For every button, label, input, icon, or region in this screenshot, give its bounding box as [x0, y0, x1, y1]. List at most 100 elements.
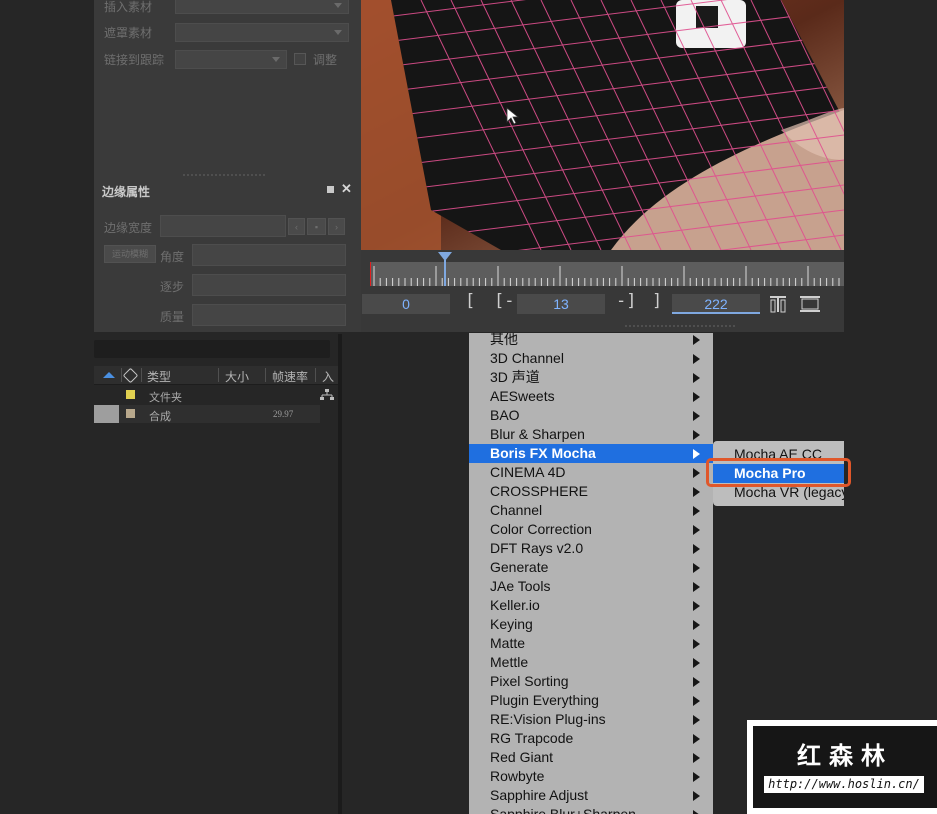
menu-item-aesweets[interactable]: AESweets	[469, 387, 713, 406]
menu-item-color-correction[interactable]: Color Correction	[469, 520, 713, 539]
flowchart-icon[interactable]	[320, 388, 334, 400]
menu-item-label: Plugin Everything	[490, 692, 599, 708]
submenu-arrow-icon	[693, 563, 700, 573]
menu-item-label: BAO	[490, 407, 520, 423]
clip-viewer[interactable]	[361, 0, 844, 250]
trim-out-icon[interactable]	[798, 294, 822, 314]
angle-label: 角度	[160, 250, 185, 264]
submenu-arrow-icon	[693, 354, 700, 364]
menu-item-boris-fx-mocha[interactable]: Boris FX Mocha	[469, 444, 713, 463]
current-frame-field[interactable]: 13	[517, 294, 605, 314]
motion-blur-button[interactable]: 运动模糊	[104, 245, 156, 263]
panel-divider[interactable]	[338, 334, 342, 814]
watermark-title: 红森林	[797, 742, 893, 770]
matte-clip-dropdown[interactable]	[175, 23, 349, 42]
menu-item-channel[interactable]: Channel	[469, 501, 713, 520]
float-panel-icon[interactable]	[327, 186, 334, 193]
menu-item-matte[interactable]: Matte	[469, 634, 713, 653]
menu-item-label: Boris FX Mocha	[490, 445, 596, 461]
set-out-point-button[interactable]: ]	[652, 291, 662, 311]
menu-item-label: DFT Rays v2.0	[490, 540, 584, 556]
menu-item-dft-rays-v2-0[interactable]: DFT Rays v2.0	[469, 539, 713, 558]
menu-item-sapphire-blur-sharpen[interactable]: Sapphire Blur+Sharpen	[469, 805, 713, 814]
edge-properties-title: 边缘属性	[102, 185, 151, 199]
menu-item-rowbyte[interactable]: Rowbyte	[469, 767, 713, 786]
submenu-arrow-icon	[693, 411, 700, 421]
label-color-swatch[interactable]	[126, 390, 135, 399]
submenu-arrow-icon	[693, 677, 700, 687]
menu-item-blur-sharpen[interactable]: Blur & Sharpen	[469, 425, 713, 444]
submenu-arrow-icon	[693, 449, 700, 459]
edge-width-decrement-button[interactable]: ‹	[288, 218, 305, 235]
menu-item-mettle[interactable]: Mettle	[469, 653, 713, 672]
project-search-input[interactable]	[94, 340, 330, 358]
menu-item-其他[interactable]: 其他	[469, 333, 713, 349]
edge-width-reset-button[interactable]: ▪	[307, 218, 326, 235]
submenu-arrow-icon	[693, 525, 700, 535]
row-type: 文件夹	[149, 392, 182, 404]
submenu-arrow-icon	[693, 487, 700, 497]
submenu-arrow-icon	[693, 810, 700, 814]
link-to-track-dropdown[interactable]	[175, 50, 287, 69]
menu-item-label: Rowbyte	[490, 768, 545, 784]
submenu-arrow-icon	[693, 620, 700, 630]
insert-clip-label: 插入素材	[104, 0, 153, 14]
menu-item-label: RE:Vision Plug-ins	[490, 711, 606, 727]
label-color-swatch[interactable]	[126, 409, 135, 418]
menu-item-rg-trapcode[interactable]: RG Trapcode	[469, 729, 713, 748]
menu-item-generate[interactable]: Generate	[469, 558, 713, 577]
panel-resize-handle[interactable]	[183, 174, 265, 176]
menu-item-jae-tools[interactable]: JAe Tools	[469, 577, 713, 596]
menu-item-3d-声道[interactable]: 3D 声道	[469, 368, 713, 387]
submenu-arrow-icon	[693, 601, 700, 611]
menu-item-label: Keying	[490, 616, 533, 632]
menu-item-re-vision-plug-ins[interactable]: RE:Vision Plug-ins	[469, 710, 713, 729]
submenu-arrow-icon	[693, 715, 700, 725]
menu-item-label: Red Giant	[490, 749, 554, 765]
menu-item-sapphire-adjust[interactable]: Sapphire Adjust	[469, 786, 713, 805]
timeline-resize-handle[interactable]	[625, 325, 735, 327]
adjust-label: 调整	[313, 53, 338, 67]
menu-item-keying[interactable]: Keying	[469, 615, 713, 634]
go-to-out-point-button[interactable]: -]	[616, 291, 636, 311]
menu-item-keller-io[interactable]: Keller.io	[469, 596, 713, 615]
row-framerate: 29.97	[273, 409, 294, 419]
edge-width-input[interactable]	[160, 215, 286, 237]
submenu-arrow-icon	[693, 772, 700, 782]
insert-clip-dropdown[interactable]	[175, 0, 349, 14]
steps-label: 逐步	[160, 280, 185, 294]
quality-input[interactable]	[192, 304, 346, 326]
in-frame-field[interactable]: 0	[362, 294, 450, 314]
column-size[interactable]: 大小	[225, 368, 249, 385]
menu-item-3d-channel[interactable]: 3D Channel	[469, 349, 713, 368]
set-in-point-button[interactable]: [	[465, 291, 475, 311]
submenu-arrow-icon	[693, 468, 700, 478]
menu-item-cinema-4d[interactable]: CINEMA 4D	[469, 463, 713, 482]
trim-in-icon[interactable]	[768, 294, 788, 314]
sort-ascending-icon[interactable]	[103, 372, 115, 378]
menu-item-label: Channel	[490, 502, 543, 518]
column-framerate[interactable]: 帧速率	[272, 368, 308, 385]
submenu-arrow-icon	[693, 582, 700, 592]
menu-item-red-giant[interactable]: Red Giant	[469, 748, 713, 767]
menu-item-pixel-sorting[interactable]: Pixel Sorting	[469, 672, 713, 691]
out-frame-field[interactable]: 222	[672, 294, 760, 314]
submenu-arrow-icon	[693, 658, 700, 668]
submenu-arrow-icon	[693, 506, 700, 516]
close-icon[interactable]: ✕	[341, 181, 352, 197]
link-to-track-label: 链接到跟踪	[104, 53, 165, 67]
menu-item-plugin-everything[interactable]: Plugin Everything	[469, 691, 713, 710]
menu-item-bao[interactable]: BAO	[469, 406, 713, 425]
column-in[interactable]: 入	[322, 368, 334, 385]
adjust-checkbox[interactable]	[294, 53, 306, 65]
angle-input[interactable]	[192, 244, 346, 266]
menu-item-crossphere[interactable]: CROSSPHERE	[469, 482, 713, 501]
column-type[interactable]: 类型	[147, 368, 171, 385]
menu-item-label: 其他	[490, 333, 518, 347]
go-to-in-point-button[interactable]: [-	[494, 291, 514, 311]
menu-item-label: Sapphire Blur+Sharpen	[490, 806, 636, 814]
timeline-ruler[interactable]	[369, 262, 844, 286]
steps-input[interactable]	[192, 274, 346, 296]
edge-width-increment-button[interactable]: ›	[328, 218, 345, 235]
menu-item-label: Mettle	[490, 654, 529, 670]
